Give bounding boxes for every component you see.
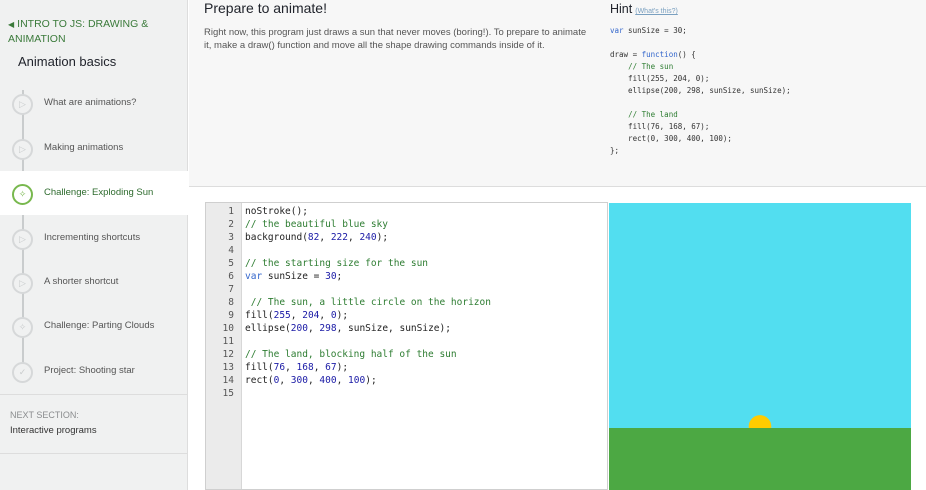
- hint-code-line: draw = function() {: [610, 50, 696, 59]
- line-number: 5: [228, 258, 234, 269]
- line-number: 8: [228, 297, 234, 308]
- video-icon: ▷: [12, 139, 33, 160]
- hint-code-line: fill(255, 204, 0);: [610, 74, 710, 83]
- code-text: fill(76, 168, 67);: [245, 362, 349, 373]
- video-icon: ▷: [12, 229, 33, 250]
- sidebar: ◀ INTRO TO JS: DRAWING & ANIMATION Animat…: [0, 0, 188, 490]
- divider: [0, 453, 188, 454]
- land: [609, 428, 911, 490]
- line-number: 3: [228, 232, 234, 243]
- hint-panel: Hint (What's this?) var sunSize = 30; dra…: [610, 0, 920, 157]
- hint-code: var sunSize = 30; draw = function() { //…: [610, 25, 920, 157]
- step-label: What are animations?: [44, 97, 137, 108]
- video-icon: ▷: [12, 94, 33, 115]
- next-section-label: NEXT SECTION:: [10, 410, 79, 420]
- code-text: var sunSize = 30;: [245, 271, 343, 282]
- step-label: Project: Shooting star: [44, 365, 135, 376]
- code-text: fill(255, 204, 0);: [245, 310, 349, 321]
- next-section[interactable]: NEXT SECTION: Interactive programs: [10, 410, 97, 436]
- line-number: 11: [222, 336, 234, 347]
- code-text: ellipse(200, 298, sunSize, sunSize);: [245, 323, 451, 334]
- hint-code-line: var sunSize = 30;: [610, 26, 687, 35]
- step-label: A shorter shortcut: [44, 276, 119, 287]
- challenge-icon: ✧: [12, 317, 33, 338]
- step-a-shorter-shortcut[interactable]: ▷ A shorter shortcut: [0, 260, 188, 304]
- line-number: 2: [228, 219, 234, 230]
- step-what-are-animations[interactable]: ▷ What are animations?: [0, 81, 188, 125]
- course-link-label: INTRO TO JS: DRAWING & ANIMATION: [8, 18, 149, 45]
- code-text: rect(0, 300, 400, 100);: [245, 375, 377, 386]
- chevron-left-icon: ◀: [8, 20, 15, 29]
- project-icon: ✓: [12, 362, 33, 383]
- line-number: 6: [228, 271, 234, 282]
- line-number: 15: [222, 388, 234, 399]
- line-number: 7: [228, 284, 234, 295]
- hint-code-line: };: [610, 146, 620, 155]
- line-number: 12: [222, 349, 234, 360]
- hint-code-line: // The sun: [628, 62, 674, 71]
- step-challenge-exploding-sun[interactable]: ✧ Challenge: Exploding Sun: [0, 171, 188, 215]
- hint-title: Hint: [610, 2, 633, 16]
- code-text: // the starting size for the sun: [245, 258, 429, 269]
- line-number: 14: [222, 375, 234, 386]
- divider: [0, 394, 188, 395]
- step-challenge-parting-clouds[interactable]: ✧ Challenge: Parting Clouds: [0, 304, 188, 348]
- step-label: Making animations: [44, 142, 124, 153]
- unit-title: Animation basics: [18, 54, 117, 69]
- course-link[interactable]: ◀ INTRO TO JS: DRAWING & ANIMATION: [8, 17, 178, 46]
- code-text: background(82, 222, 240);: [245, 232, 389, 243]
- code-text: // The sun, a little circle on the horiz…: [250, 297, 491, 308]
- code-text: // The land, blocking half of the sun: [245, 349, 457, 360]
- hint-code-line: fill(76, 168, 67);: [610, 122, 710, 131]
- challenge-prompt: Prepare to animate! Right now, this prog…: [204, 0, 594, 52]
- line-number: 9: [228, 310, 234, 321]
- hint-code-line: ellipse(200, 298, sunSize, sunSize);: [610, 86, 791, 95]
- whats-this-link[interactable]: (What's this?): [635, 8, 678, 15]
- step-label: Challenge: Exploding Sun: [44, 187, 154, 198]
- step-label: Incrementing shortcuts: [44, 232, 141, 243]
- hint-heading: Hint (What's this?): [610, 0, 920, 21]
- line-number: 1: [228, 206, 234, 217]
- code-text: noStroke();: [245, 206, 308, 217]
- hint-code-line: [610, 97, 920, 109]
- hint-code-line: rect(0, 300, 400, 100);: [610, 134, 732, 143]
- hint-code-line: // The land: [628, 110, 678, 119]
- code-text: // the beautiful blue sky: [245, 219, 388, 230]
- prompt-title: Prepare to animate!: [204, 0, 327, 16]
- challenge-header: Prepare to animate! Right now, this prog…: [189, 0, 926, 187]
- step-making-animations[interactable]: ▷ Making animations: [0, 126, 188, 170]
- next-section-title[interactable]: Interactive programs: [10, 425, 97, 436]
- step-project-shooting-star[interactable]: ✓ Project: Shooting star: [0, 349, 188, 393]
- hint-code-line: [610, 37, 920, 49]
- line-number: 4: [228, 245, 234, 256]
- challenge-icon: ✧: [12, 184, 33, 205]
- prompt-body: Right now, this program just draws a sun…: [204, 27, 587, 51]
- line-number: 13: [222, 362, 234, 373]
- step-incrementing-shortcuts[interactable]: ▷ Incrementing shortcuts: [0, 216, 188, 260]
- line-number: 10: [222, 323, 234, 334]
- step-label: Challenge: Parting Clouds: [44, 320, 155, 331]
- output-canvas[interactable]: [609, 203, 911, 490]
- code-editor[interactable]: 1 noStroke(); 2 // the beautiful blue sky 3 b…: [205, 202, 608, 490]
- video-icon: ▷: [12, 273, 33, 294]
